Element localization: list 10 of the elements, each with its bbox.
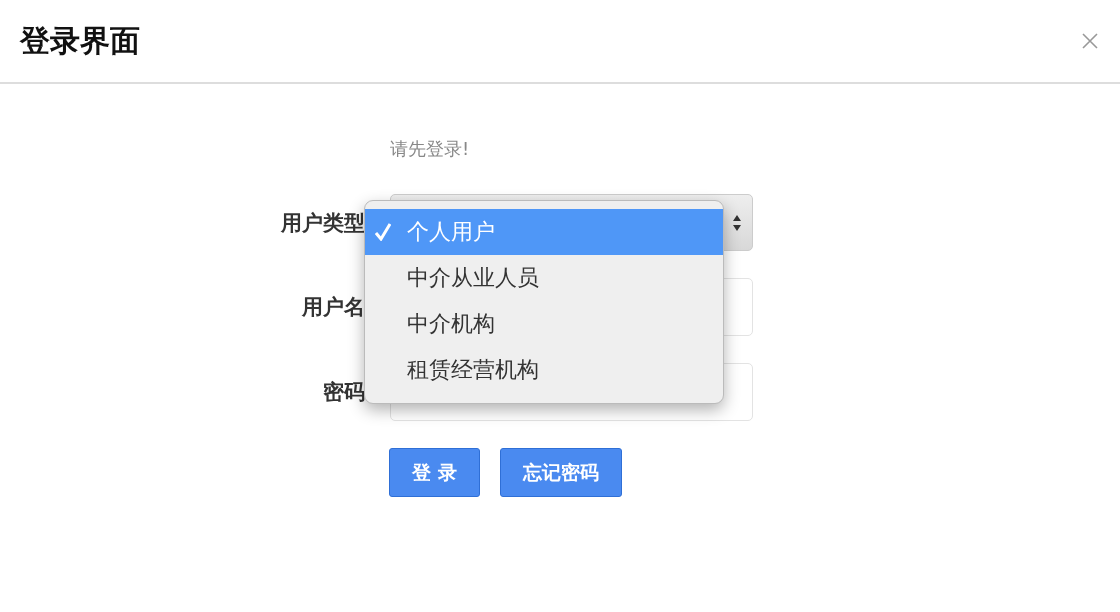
close-icon[interactable] bbox=[1082, 33, 1098, 49]
checkmark-icon bbox=[375, 223, 391, 241]
field-label: 用户类型 bbox=[281, 209, 365, 237]
menu-option[interactable]: 中介从业人员 bbox=[365, 255, 723, 301]
field-label: 密码 bbox=[323, 379, 365, 406]
dialog-title: 登录界面 bbox=[20, 21, 140, 60]
login-prompt: 请先登录! bbox=[390, 137, 470, 161]
field-label: 用户名 bbox=[302, 294, 365, 321]
menu-option[interactable]: 中介机构 bbox=[365, 301, 723, 347]
menu-option[interactable]: 租赁经营机构 bbox=[365, 347, 723, 393]
